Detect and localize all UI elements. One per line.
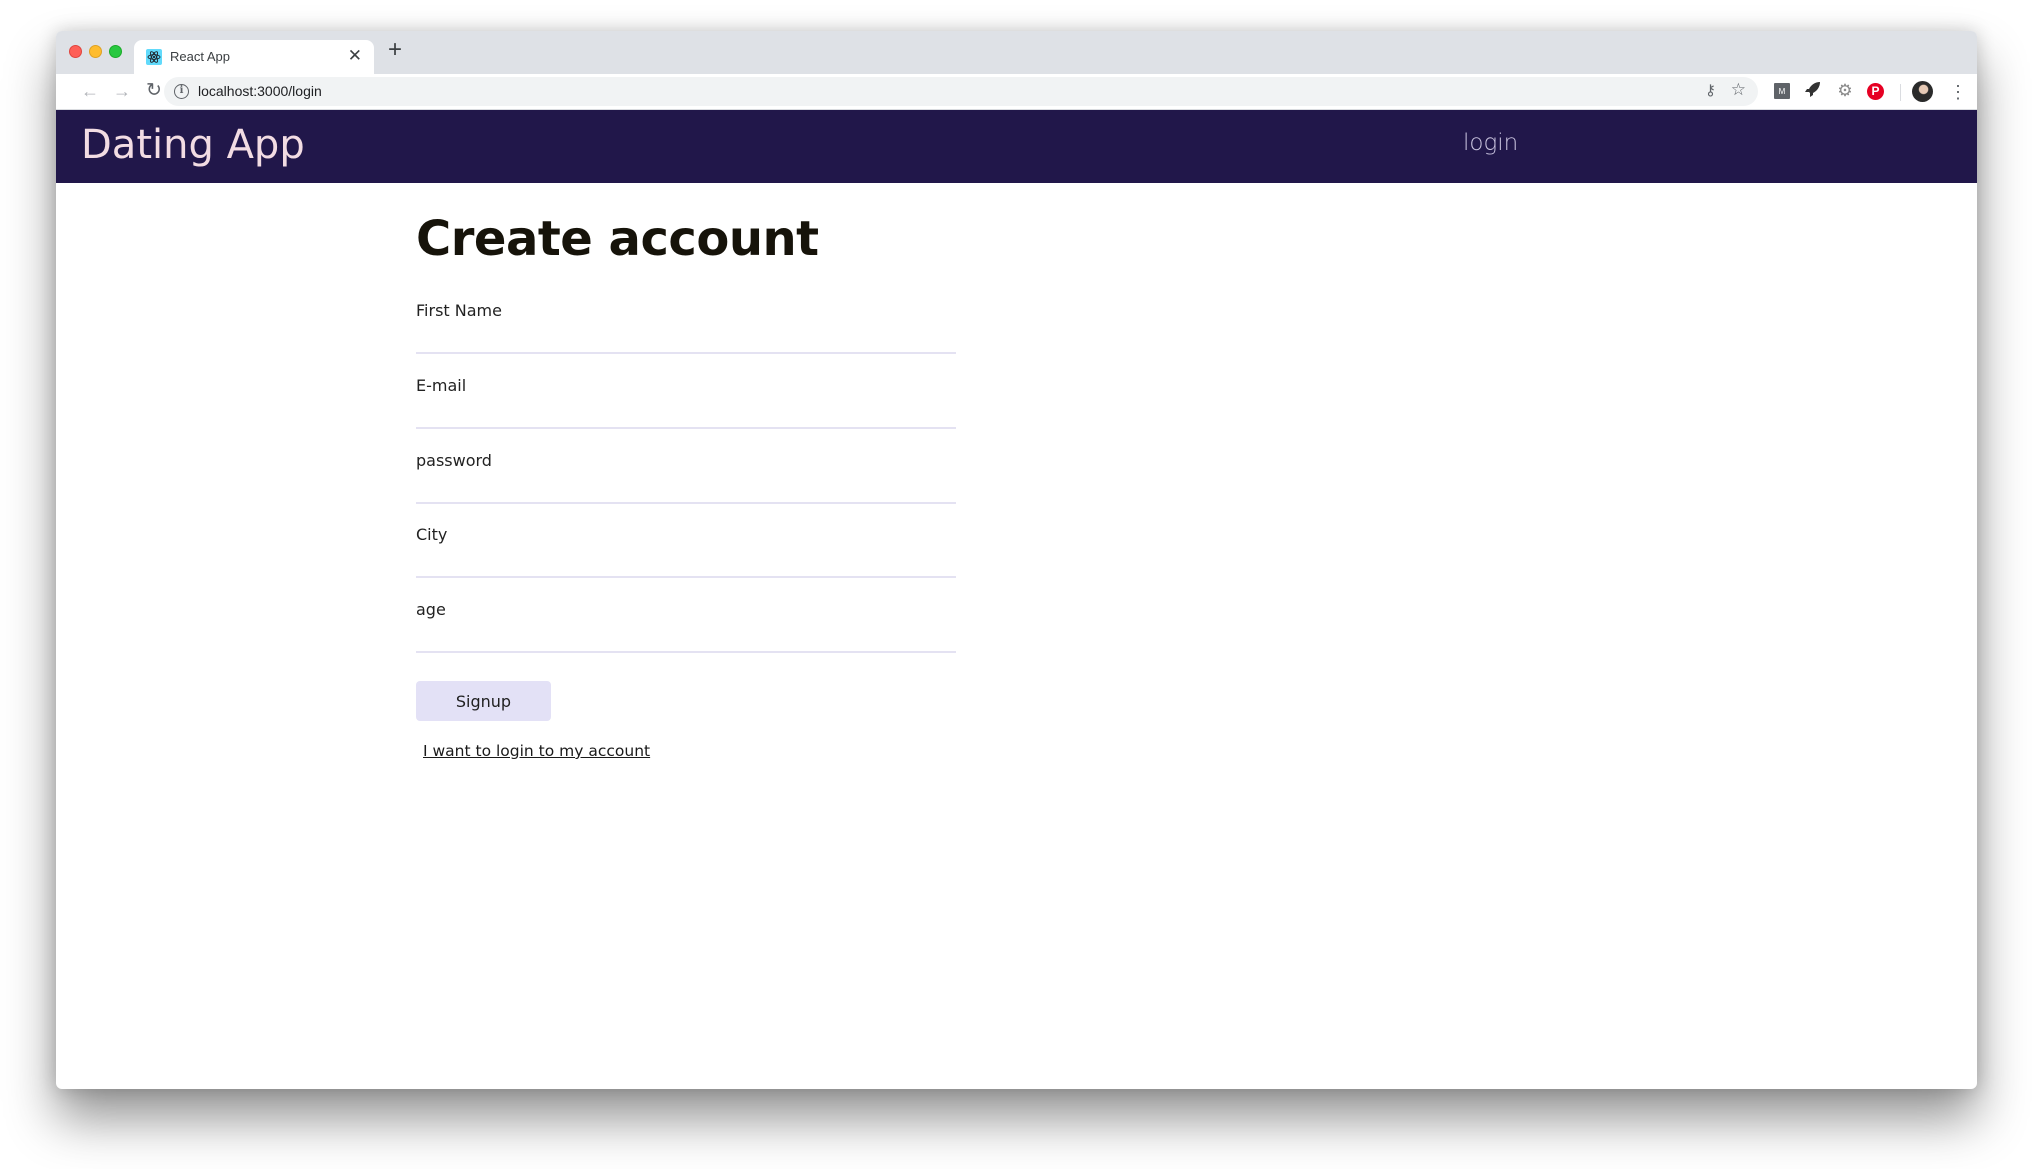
close-tab-icon[interactable]: ✕ xyxy=(348,46,362,66)
first-name-label: First Name xyxy=(416,301,502,320)
first-name-field: First Name xyxy=(416,301,956,376)
city-label: City xyxy=(416,525,448,544)
city-input[interactable] xyxy=(416,551,956,578)
email-input[interactable] xyxy=(416,402,956,429)
rocket-extension-icon[interactable] xyxy=(1803,81,1823,101)
tab-react-app[interactable]: React App ✕ xyxy=(134,40,374,74)
nav-login-link[interactable]: login xyxy=(1463,130,1518,156)
first-name-input[interactable] xyxy=(416,327,956,354)
toolbar-separator xyxy=(1900,84,1901,101)
gear-extension-icon[interactable]: ⚙ xyxy=(1835,81,1855,101)
age-field: age xyxy=(416,600,956,675)
bookmark-star-icon[interactable]: ☆ xyxy=(1731,80,1746,100)
profile-avatar[interactable] xyxy=(1912,81,1933,102)
password-input[interactable] xyxy=(416,477,956,504)
email-label: E-mail xyxy=(416,376,467,395)
signup-button[interactable]: Signup xyxy=(416,681,551,721)
m-extension-icon[interactable]: M xyxy=(1774,83,1790,99)
age-input[interactable] xyxy=(416,626,956,653)
password-field: password xyxy=(416,451,956,526)
key-icon[interactable]: ⚷ xyxy=(1705,81,1716,99)
minimize-window-button[interactable] xyxy=(89,45,102,58)
forward-arrow-icon[interactable]: → xyxy=(110,79,134,103)
browser-menu-icon[interactable]: ⋮ xyxy=(1949,80,1967,104)
address-bar[interactable]: i localhost:3000/login ⚷ ☆ xyxy=(164,77,1758,106)
back-arrow-icon[interactable]: ← xyxy=(78,79,102,103)
maximize-window-button[interactable] xyxy=(109,45,122,58)
tab-title: React App xyxy=(170,49,230,64)
browser-toolbar: ← → ↻ i localhost:3000/login ⚷ ☆ M ⚙ P ⋮ xyxy=(56,74,1977,110)
pinterest-extension-icon[interactable]: P xyxy=(1867,83,1884,100)
react-logo-icon xyxy=(146,49,162,65)
site-info-icon[interactable]: i xyxy=(174,84,189,99)
tab-strip: React App ✕ + xyxy=(56,31,1977,74)
login-account-link[interactable]: I want to login to my account xyxy=(423,742,650,760)
app-header: Dating App login xyxy=(56,110,1977,183)
age-label: age xyxy=(416,600,446,619)
new-tab-button[interactable]: + xyxy=(388,37,402,63)
page-title: Create account xyxy=(416,211,819,267)
city-field: City xyxy=(416,525,956,600)
close-window-button[interactable] xyxy=(69,45,82,58)
password-label: password xyxy=(416,451,492,470)
browser-window: React App ✕ + ← → ↻ i localhost:3000/log… xyxy=(56,31,1977,1089)
url-text[interactable]: localhost:3000/login xyxy=(198,83,322,99)
app-logo[interactable]: Dating App xyxy=(81,122,305,168)
reload-icon[interactable]: ↻ xyxy=(142,79,166,103)
email-field: E-mail xyxy=(416,376,956,451)
